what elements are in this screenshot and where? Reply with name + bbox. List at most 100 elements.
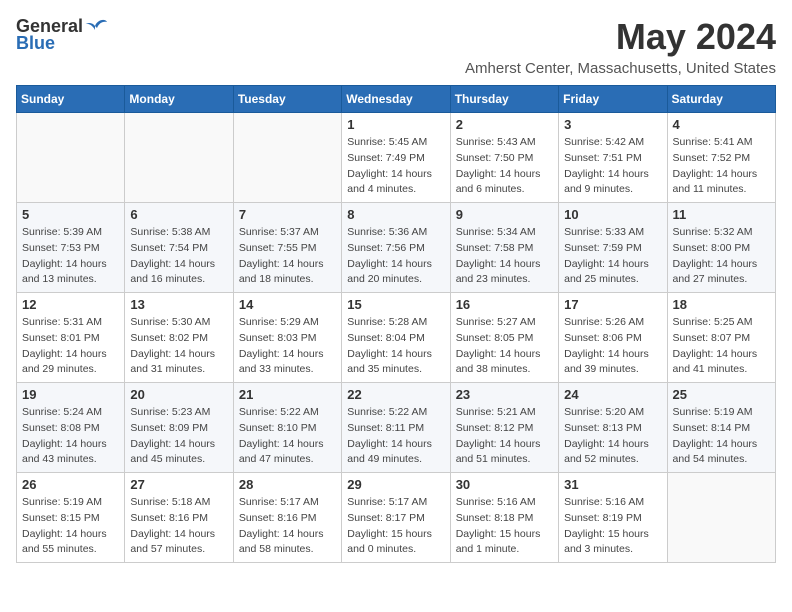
calendar-cell: 9 Sunrise: 5:34 AM Sunset: 7:58 PM Daylig… — [450, 203, 558, 293]
calendar-cell: 19 Sunrise: 5:24 AM Sunset: 8:08 PM Dayli… — [17, 383, 125, 473]
day-info: Sunrise: 5:32 AM Sunset: 8:00 PM Dayligh… — [673, 225, 770, 288]
calendar-cell: 3 Sunrise: 5:42 AM Sunset: 7:51 PM Daylig… — [559, 113, 667, 203]
day-info: Sunrise: 5:33 AM Sunset: 7:59 PM Dayligh… — [564, 225, 661, 288]
calendar-cell: 27 Sunrise: 5:18 AM Sunset: 8:16 PM Dayli… — [125, 473, 233, 563]
title-section: May 2024 Amherst Center, Massachusetts, … — [465, 16, 776, 77]
day-info: Sunrise: 5:19 AM Sunset: 8:14 PM Dayligh… — [673, 405, 770, 468]
calendar-cell: 26 Sunrise: 5:19 AM Sunset: 8:15 PM Dayli… — [17, 473, 125, 563]
day-number: 11 — [673, 207, 770, 222]
weekday-header-tuesday: Tuesday — [233, 86, 341, 113]
calendar-cell: 22 Sunrise: 5:22 AM Sunset: 8:11 PM Dayli… — [342, 383, 450, 473]
calendar-week-row: 5Sunrise: 5:39 AM Sunset: 7:53 PM Daylig… — [17, 203, 776, 293]
day-number: 6 — [130, 207, 227, 222]
calendar-cell: 10 Sunrise: 5:33 AM Sunset: 7:59 PM Dayli… — [559, 203, 667, 293]
day-number: 31 — [564, 477, 661, 492]
day-number: 26 — [22, 477, 119, 492]
calendar-cell: 25 Sunrise: 5:19 AM Sunset: 8:14 PM Dayli… — [667, 383, 775, 473]
day-number: 27 — [130, 477, 227, 492]
calendar-cell: 4Sunrise: 5:41 AM Sunset: 7:52 PM Daylig… — [667, 113, 775, 203]
day-number: 25 — [673, 387, 770, 402]
calendar-cell: 17 Sunrise: 5:26 AM Sunset: 8:06 PM Dayli… — [559, 293, 667, 383]
calendar-cell: 28 Sunrise: 5:17 AM Sunset: 8:16 PM Dayli… — [233, 473, 341, 563]
calendar-cell: 1 Sunrise: 5:45 AM Sunset: 7:49 PM Daylig… — [342, 113, 450, 203]
day-number: 4 — [673, 117, 770, 132]
day-info: Sunrise: 5:30 AM Sunset: 8:02 PM Dayligh… — [130, 315, 227, 378]
calendar-week-row: 26 Sunrise: 5:19 AM Sunset: 8:15 PM Dayli… — [17, 473, 776, 563]
day-info: Sunrise: 5:26 AM Sunset: 8:06 PM Dayligh… — [564, 315, 661, 378]
calendar-week-row: 19 Sunrise: 5:24 AM Sunset: 8:08 PM Dayli… — [17, 383, 776, 473]
day-info: Sunrise: 5:22 AM Sunset: 8:11 PM Dayligh… — [347, 405, 444, 468]
day-number: 30 — [456, 477, 553, 492]
weekday-header-thursday: Thursday — [450, 86, 558, 113]
day-number: 10 — [564, 207, 661, 222]
day-info: Sunrise: 5:31 AM Sunset: 8:01 PM Dayligh… — [22, 315, 119, 378]
location-text: Amherst Center, Massachusetts, United St… — [465, 60, 776, 77]
calendar-cell: 13 Sunrise: 5:30 AM Sunset: 8:02 PM Dayli… — [125, 293, 233, 383]
day-number: 13 — [130, 297, 227, 312]
calendar-cell — [667, 473, 775, 563]
day-number: 29 — [347, 477, 444, 492]
day-info: Sunrise: 5:43 AM Sunset: 7:50 PM Dayligh… — [456, 135, 553, 198]
weekday-header-friday: Friday — [559, 86, 667, 113]
day-number: 16 — [456, 297, 553, 312]
day-info: Sunrise: 5:34 AM Sunset: 7:58 PM Dayligh… — [456, 225, 553, 288]
weekday-header-sunday: Sunday — [17, 86, 125, 113]
day-number: 9 — [456, 207, 553, 222]
day-info: Sunrise: 5:24 AM Sunset: 8:08 PM Dayligh… — [22, 405, 119, 468]
day-number: 8 — [347, 207, 444, 222]
day-info: Sunrise: 5:16 AM Sunset: 8:19 PM Dayligh… — [564, 495, 661, 558]
day-number: 15 — [347, 297, 444, 312]
calendar-week-row: 1 Sunrise: 5:45 AM Sunset: 7:49 PM Daylig… — [17, 113, 776, 203]
calendar-week-row: 12 Sunrise: 5:31 AM Sunset: 8:01 PM Dayli… — [17, 293, 776, 383]
weekday-header-wednesday: Wednesday — [342, 86, 450, 113]
calendar-cell: 11 Sunrise: 5:32 AM Sunset: 8:00 PM Dayli… — [667, 203, 775, 293]
calendar-cell: 20 Sunrise: 5:23 AM Sunset: 8:09 PM Dayli… — [125, 383, 233, 473]
day-number: 3 — [564, 117, 661, 132]
day-info: Sunrise: 5:27 AM Sunset: 8:05 PM Dayligh… — [456, 315, 553, 378]
month-title: May 2024 — [465, 16, 776, 58]
day-number: 23 — [456, 387, 553, 402]
day-number: 1 — [347, 117, 444, 132]
calendar-cell: 12 Sunrise: 5:31 AM Sunset: 8:01 PM Dayli… — [17, 293, 125, 383]
day-number: 17 — [564, 297, 661, 312]
day-number: 12 — [22, 297, 119, 312]
day-number: 19 — [22, 387, 119, 402]
day-number: 7 — [239, 207, 336, 222]
day-number: 18 — [673, 297, 770, 312]
calendar-cell: 30 Sunrise: 5:16 AM Sunset: 8:18 PM Dayli… — [450, 473, 558, 563]
day-number: 22 — [347, 387, 444, 402]
calendar-cell — [233, 113, 341, 203]
weekday-header-row: SundayMondayTuesdayWednesdayThursdayFrid… — [17, 86, 776, 113]
day-number: 20 — [130, 387, 227, 402]
day-info: Sunrise: 5:23 AM Sunset: 8:09 PM Dayligh… — [130, 405, 227, 468]
logo: General Blue — [16, 16, 107, 54]
calendar-cell: 21Sunrise: 5:22 AM Sunset: 8:10 PM Dayli… — [233, 383, 341, 473]
page-header: General Blue May 2024 Amherst Center, Ma… — [16, 16, 776, 77]
day-info: Sunrise: 5:29 AM Sunset: 8:03 PM Dayligh… — [239, 315, 336, 378]
calendar-cell: 6Sunrise: 5:38 AM Sunset: 7:54 PM Daylig… — [125, 203, 233, 293]
calendar-cell — [125, 113, 233, 203]
calendar-cell: 18 Sunrise: 5:25 AM Sunset: 8:07 PM Dayli… — [667, 293, 775, 383]
calendar-cell: 2Sunrise: 5:43 AM Sunset: 7:50 PM Daylig… — [450, 113, 558, 203]
day-info: Sunrise: 5:45 AM Sunset: 7:49 PM Dayligh… — [347, 135, 444, 198]
day-info: Sunrise: 5:17 AM Sunset: 8:16 PM Dayligh… — [239, 495, 336, 558]
day-info: Sunrise: 5:20 AM Sunset: 8:13 PM Dayligh… — [564, 405, 661, 468]
day-info: Sunrise: 5:17 AM Sunset: 8:17 PM Dayligh… — [347, 495, 444, 558]
day-info: Sunrise: 5:16 AM Sunset: 8:18 PM Dayligh… — [456, 495, 553, 558]
day-info: Sunrise: 5:19 AM Sunset: 8:15 PM Dayligh… — [22, 495, 119, 558]
day-info: Sunrise: 5:42 AM Sunset: 7:51 PM Dayligh… — [564, 135, 661, 198]
calendar-cell: 14 Sunrise: 5:29 AM Sunset: 8:03 PM Dayli… — [233, 293, 341, 383]
day-number: 14 — [239, 297, 336, 312]
calendar-cell: 24Sunrise: 5:20 AM Sunset: 8:13 PM Dayli… — [559, 383, 667, 473]
day-number: 28 — [239, 477, 336, 492]
calendar-table: SundayMondayTuesdayWednesdayThursdayFrid… — [16, 85, 776, 563]
logo-blue-text: Blue — [16, 33, 55, 54]
day-info: Sunrise: 5:18 AM Sunset: 8:16 PM Dayligh… — [130, 495, 227, 558]
day-info: Sunrise: 5:22 AM Sunset: 8:10 PM Dayligh… — [239, 405, 336, 468]
calendar-cell: 23Sunrise: 5:21 AM Sunset: 8:12 PM Dayli… — [450, 383, 558, 473]
calendar-cell: 5Sunrise: 5:39 AM Sunset: 7:53 PM Daylig… — [17, 203, 125, 293]
calendar-cell: 7Sunrise: 5:37 AM Sunset: 7:55 PM Daylig… — [233, 203, 341, 293]
calendar-cell: 29 Sunrise: 5:17 AM Sunset: 8:17 PM Dayli… — [342, 473, 450, 563]
day-info: Sunrise: 5:25 AM Sunset: 8:07 PM Dayligh… — [673, 315, 770, 378]
logo-bird-icon — [85, 18, 107, 36]
